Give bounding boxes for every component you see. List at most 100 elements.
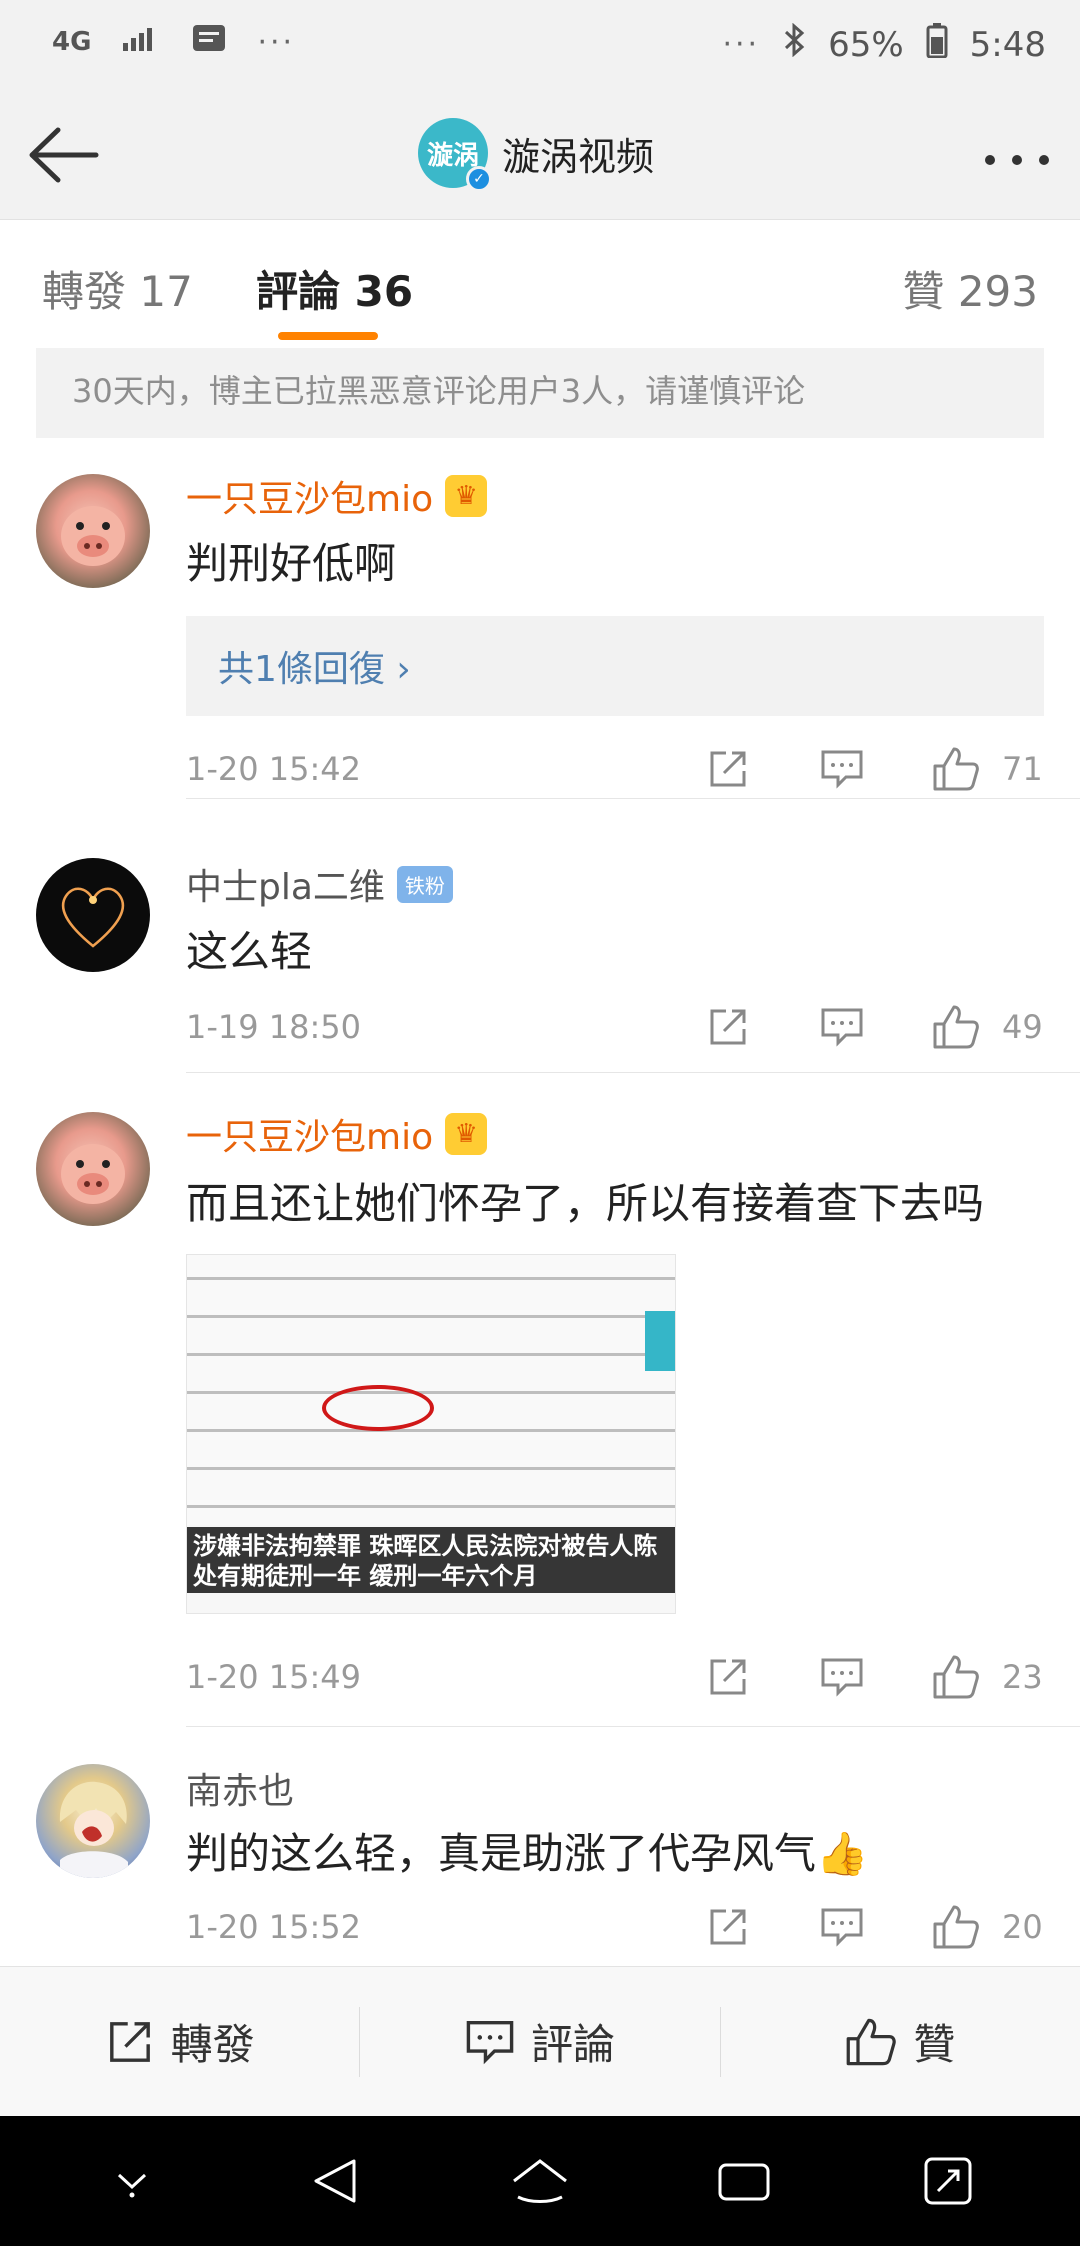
bottom-like-button[interactable]: 贊: [719, 2006, 1080, 2077]
back-button[interactable]: [24, 120, 104, 190]
like-count: 23: [1002, 1658, 1043, 1696]
system-navigation-bar: [0, 2116, 1080, 2246]
status-bar: 4G ··· ··· 65% 5:48: [0, 0, 1080, 90]
like-count: 71: [1002, 750, 1043, 788]
reply-button[interactable]: [810, 744, 874, 794]
pig-avatar-icon: [61, 506, 125, 566]
back-triangle-icon: [314, 2159, 356, 2203]
avatar[interactable]: [36, 1112, 150, 1226]
like-button[interactable]: [924, 1902, 988, 1952]
battery-percent: 65%: [828, 24, 904, 65]
verified-icon: ✓: [466, 166, 492, 192]
comment-time: 1-20 15:52: [186, 1908, 362, 1946]
avatar[interactable]: [36, 858, 150, 972]
reply-button[interactable]: [810, 1002, 874, 1052]
news-article-text-lines: [187, 1255, 675, 1525]
thumbs-up-icon: [933, 1905, 979, 1949]
username-text: 一只豆沙包mio: [186, 479, 434, 520]
repost-button[interactable]: [696, 1902, 760, 1952]
comment-username[interactable]: 一只豆沙包mio ♛: [186, 470, 488, 522]
share-icon: [710, 1909, 746, 1945]
like-button[interactable]: [924, 1652, 988, 1702]
comment-time: 1-20 15:42: [186, 750, 362, 788]
repost-button[interactable]: [696, 1652, 760, 1702]
like-button[interactable]: [924, 744, 988, 794]
title-bar: 漩涡 ✓ 漩涡视频: [0, 90, 1080, 220]
share-icon: [710, 751, 746, 787]
reply-button[interactable]: [810, 1902, 874, 1952]
news-caption-line-1: 涉嫌非法拘禁罪 珠晖区人民法院对被告人陈: [193, 1532, 658, 1560]
avatar[interactable]: [36, 474, 150, 588]
comment-divider: [186, 1072, 1080, 1073]
clock: 5:48: [969, 24, 1046, 65]
more-options-button[interactable]: [982, 132, 1052, 178]
comment-actions: 20: [696, 1902, 1044, 1952]
nav-back-button[interactable]: [296, 2141, 376, 2221]
nav-recents-button[interactable]: [704, 2141, 784, 2221]
news-screenshot-image[interactable]: 涉嫌非法拘禁罪 珠晖区人民法院对被告人陈 处有期徒刑一年 缓刑一年六个月: [186, 1254, 676, 1614]
repost-button[interactable]: [696, 744, 760, 794]
like-count: 20: [1002, 1908, 1043, 1946]
signal-icon: [121, 22, 161, 62]
message-icon: [191, 22, 227, 62]
account-avatar-text: 漩涡: [426, 140, 479, 171]
thumbs-up-icon: [933, 1005, 979, 1049]
comment-username[interactable]: 南赤也: [186, 1762, 294, 1814]
view-replies-link[interactable]: 共1條回復 ›: [186, 616, 1044, 716]
comment-icon: [466, 2020, 514, 2064]
nav-home-button[interactable]: [500, 2141, 580, 2221]
fan-badge: 铁粉: [396, 865, 453, 903]
bottom-repost-label: 轉發: [170, 2020, 255, 2069]
comment-username[interactable]: 中士pla二维 铁粉: [186, 858, 453, 910]
reply-button[interactable]: [810, 1652, 874, 1702]
notification-dots: ···: [257, 24, 296, 60]
comment-item: 南赤也 判的这么轻，真是助涨了代孕风气👍 1-20 15:52 20: [0, 1762, 1080, 1966]
thumbs-up-icon: [933, 1655, 979, 1699]
repost-button[interactable]: [696, 1002, 760, 1052]
like-count: 49: [1002, 1008, 1043, 1046]
tab-bar: 轉發 17 評論 36 贊 293: [0, 220, 1080, 350]
comment-text: 而且还让她们怀孕了，所以有接着查下去吗: [186, 1179, 985, 1228]
comment-icon: [821, 1008, 863, 1047]
network-label: 4G: [52, 27, 92, 57]
news-caption-line-2: 处有期徒刑一年 缓刑一年六个月: [193, 1562, 538, 1590]
comment-icon: [821, 1908, 863, 1947]
comment-actions: 49: [696, 1002, 1044, 1052]
comment-username[interactable]: 一只豆沙包mio ♛: [186, 1108, 488, 1160]
battery-icon: [926, 22, 948, 67]
vip-crown-icon: ♛: [445, 1113, 488, 1155]
account-title[interactable]: 漩涡 ✓ 漩涡视频: [418, 118, 655, 192]
share-icon: [109, 2021, 150, 2062]
anime-character-avatar-icon: [59, 1781, 128, 1878]
share-icon: [710, 1659, 746, 1695]
overflow-dots: ···: [722, 27, 761, 62]
pig-avatar-icon: [61, 1144, 125, 1204]
nav-dismiss-button[interactable]: [92, 2141, 172, 2221]
comment-item: 一只豆沙包mio ♛ 判刑好低啊 共1條回復 › 1-20 15:42 71: [0, 470, 1080, 800]
comment-text: 判的这么轻，真是助涨了代孕风气👍: [186, 1829, 869, 1878]
avatar[interactable]: [36, 1764, 150, 1878]
bottom-comment-button[interactable]: 評論: [359, 2006, 719, 2077]
comment-time: 1-19 18:50: [186, 1008, 362, 1046]
comment-actions: 71: [696, 744, 1044, 794]
page-title: 漩涡视频: [502, 134, 655, 179]
blocklist-notice: 30天内，博主已拉黑恶意评论用户3人，请谨慎评论: [36, 348, 1044, 438]
comment-item: 中士pla二维 铁粉 这么轻 1-19 18:50 49: [0, 858, 1080, 1073]
comment-time: 1-20 15:49: [186, 1658, 362, 1696]
bluetooth-icon: [782, 22, 806, 66]
like-button[interactable]: [924, 1002, 988, 1052]
account-avatar: 漩涡 ✓: [418, 118, 492, 192]
sparkler-heart-avatar-icon: [61, 887, 125, 948]
more-icon: [985, 155, 1049, 165]
recents-icon: [718, 2163, 770, 2201]
share-icon: [710, 1009, 746, 1045]
comment-text: 判刑好低啊: [186, 539, 397, 588]
active-tab-indicator: [278, 332, 378, 340]
tab-comment[interactable]: 評論 36: [256, 258, 413, 319]
back-arrow-icon: [29, 127, 99, 183]
weibo-comments-screen: 4G ··· ··· 65% 5:48 漩涡 ✓ 漩涡视频 轉發 17 評論 3…: [0, 0, 1080, 2246]
bottom-repost-button[interactable]: 轉發: [0, 2007, 359, 2077]
tab-like[interactable]: 贊 293: [902, 258, 1038, 319]
tab-repost[interactable]: 轉發 17: [42, 258, 193, 319]
nav-expand-button[interactable]: [908, 2141, 988, 2221]
